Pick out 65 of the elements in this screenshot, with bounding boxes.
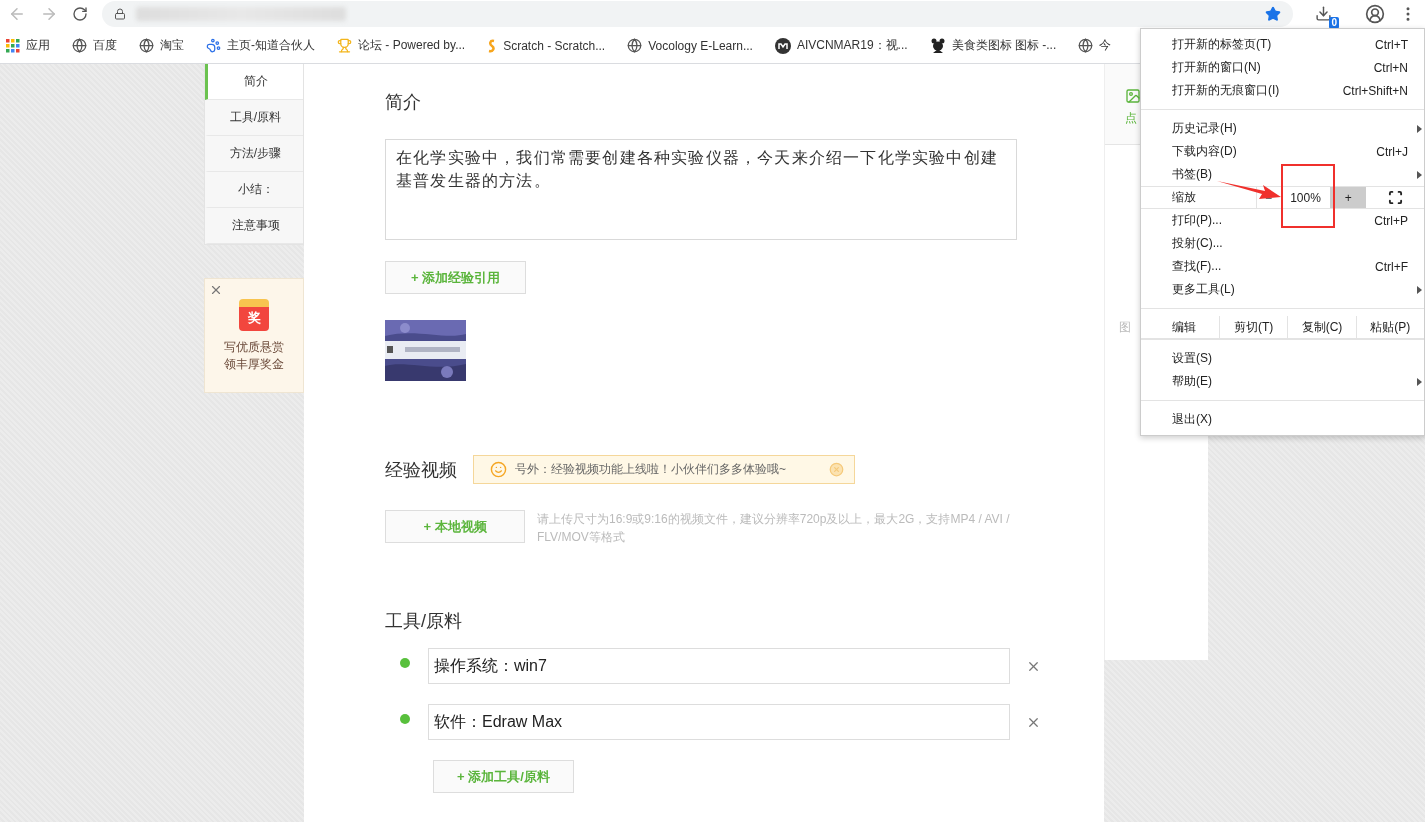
menu-item[interactable]: 更多工具(L) [1141,278,1424,301]
menu-item[interactable]: 投射(C)... [1141,232,1424,255]
trophy-icon [337,38,352,53]
menu-item[interactable]: 打开新的标签页(T) Ctrl+T [1141,33,1424,56]
apps-grid-icon [6,38,20,53]
menu-item[interactable]: 打开新的无痕窗口(I) Ctrl+Shift+N [1141,79,1424,102]
reward-envelope: 奖 [239,299,269,331]
bookmark[interactable]: Scratch - Scratch... [487,38,606,53]
zoom-out-button[interactable]: − [1256,187,1281,208]
menu-item[interactable]: 书签(B) [1141,163,1424,186]
smile-icon [490,461,507,478]
menu-item[interactable]: 退出(X) [1141,408,1424,431]
edit-action[interactable]: 剪切(T) [1219,316,1288,338]
globe-icon [139,38,154,53]
outline-tab[interactable]: 方法/步骤 [205,136,303,172]
edit-action[interactable]: 粘贴(P) [1355,316,1424,338]
reload-icon[interactable] [72,6,88,22]
paw-icon [206,38,221,53]
reward-text: 写优质悬赏 [224,339,284,356]
menu-item[interactable]: 查找(F)... Ctrl+F [1141,255,1424,278]
outline-tab[interactable]: 简介 [205,64,303,100]
fullscreen-icon [1387,190,1403,205]
panda-icon [929,37,946,54]
section-heading: 工具/原料 [385,610,462,633]
bullet-dot [400,714,410,724]
bookmark[interactable]: 百度 [72,37,117,54]
globe-icon [627,38,643,53]
outline-tab[interactable]: 小结： [205,172,303,208]
outline-tab[interactable]: 注意事项 [205,208,303,244]
globe-icon [1078,38,1094,53]
zoom-level: 100% [1289,189,1322,207]
zoom-in-button[interactable]: + [1330,187,1367,208]
tool-input[interactable]: 软件：Edraw Max [428,704,1010,740]
section-heading: 经验视频 [385,458,457,482]
menu-item[interactable]: 设置(S) [1141,347,1424,370]
bookmark[interactable]: AIVCNMAR19：视... [774,37,908,54]
tool-input[interactable]: 操作系统：win7 [428,648,1010,684]
menu-item[interactable]: 打开新的窗口(N) Ctrl+N [1141,56,1424,79]
bookmark[interactable]: 今 [1078,37,1112,54]
bookmark[interactable]: Vocology E-Learn... [627,38,753,53]
outline-tab[interactable]: 工具/原料 [205,100,303,136]
menu-item[interactable]: 下载内容(D) Ctrl+J [1141,140,1424,163]
bullet-dot [400,658,410,668]
bookmark[interactable]: 美食类图标 图标 -... [929,37,1057,54]
bookmark[interactable]: 应用 [6,37,50,54]
close-icon[interactable] [209,283,223,297]
intro-textarea[interactable]: 在化学实验中，我们常需要创建各种实验仪器，今天来介绍一下化学实验中创建基普发生器的方法。 [385,139,1017,240]
edit-action[interactable]: 复制(C) [1287,316,1356,338]
side-label: 图 [1119,319,1131,336]
round-logo-icon [774,37,791,54]
notice-text: 号外：经验视频功能上线啦！小伙伴们多多体验哦~ [515,461,787,478]
menu-item[interactable]: 打印(P)... Ctrl+P [1141,209,1424,232]
bookmark[interactable]: 淘宝 [139,37,184,54]
highlight-box [1281,164,1335,228]
bookmark[interactable]: 论坛 - Powered by... [337,37,466,54]
section-heading: 简介 [385,91,422,114]
menu-item[interactable]: 帮助(E) [1141,370,1424,393]
profile-icon[interactable] [1365,4,1385,24]
edit-label: 编辑 [1171,318,1197,336]
globe-icon [72,38,87,53]
bookmark[interactable]: 主页-知道合伙人 [206,37,315,54]
menu-item[interactable]: 历史记录(H) [1141,117,1424,140]
image-icon [1125,88,1141,104]
reward-text: 领丰厚奖金 [224,356,284,373]
swirl-icon [487,38,498,53]
